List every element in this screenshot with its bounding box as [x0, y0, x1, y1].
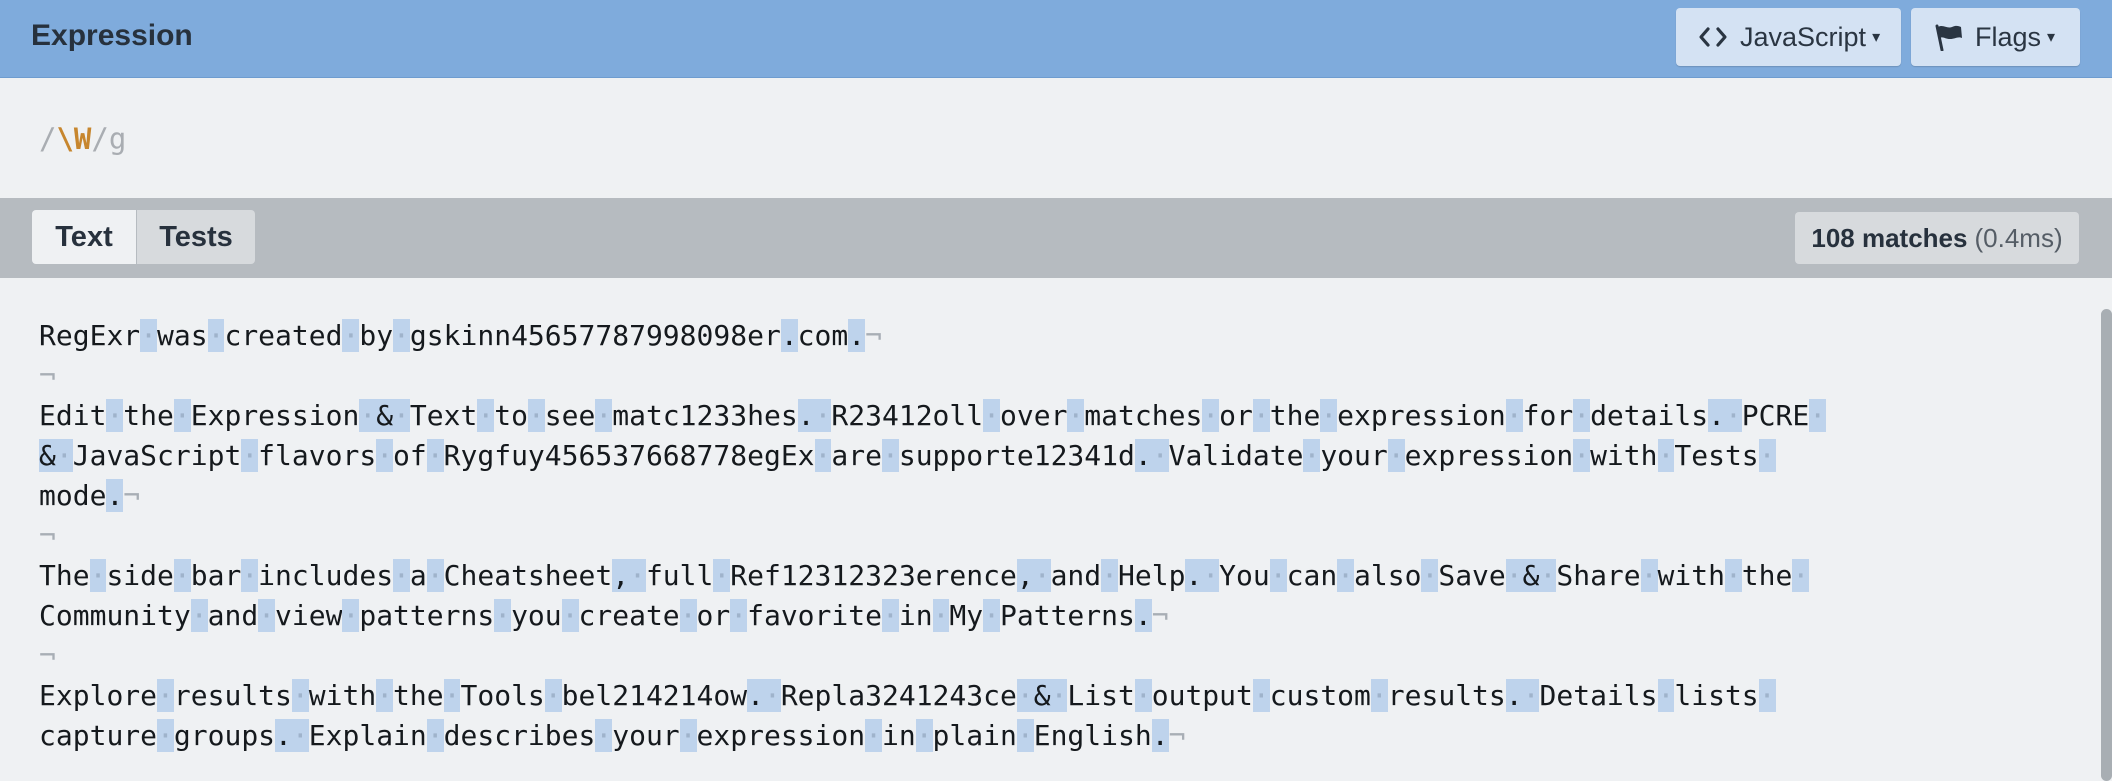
- text-content[interactable]: RegExr·was·created·by·gskinn456577879980…: [39, 316, 1827, 756]
- match-time: (0.4ms): [1974, 222, 2063, 253]
- text-line: ¬: [39, 639, 56, 672]
- tab-text[interactable]: Text: [32, 210, 136, 264]
- text-line: mode.¬: [39, 479, 141, 512]
- scrollbar-thumb[interactable]: [2101, 309, 2112, 781]
- flag-icon: [1933, 23, 1963, 51]
- text-editor[interactable]: RegExr·was·created·by·gskinn456577879980…: [0, 278, 2096, 781]
- text-line: The·side·bar·includes·a·Cheatsheet,·full…: [39, 559, 1810, 592]
- expression-editor[interactable]: /\W/g: [0, 78, 2112, 198]
- panel-title: Expression: [31, 19, 193, 52]
- text-tab-bar: Text Tests 108 matches (0.4ms): [0, 198, 2112, 278]
- text-line: ¬: [39, 519, 56, 552]
- code-brackets-icon: [1698, 26, 1728, 48]
- text-line: &·JavaScript·flavors·of·Rygfuy4565376687…: [39, 439, 1776, 472]
- text-line: Community·and·view·patterns·you·create·o…: [39, 599, 1169, 632]
- regex-expression[interactable]: /\W/g: [39, 122, 126, 156]
- regex-pattern[interactable]: \W: [56, 122, 91, 156]
- regex-flags[interactable]: g: [109, 122, 126, 156]
- text-line: ¬: [39, 359, 56, 392]
- chevron-down-icon: ▾: [2047, 29, 2056, 46]
- match-count: 108 matches: [1811, 222, 1968, 253]
- text-line: Edit·the·Expression·&·Text·to·see·matc12…: [39, 399, 1827, 432]
- regex-open-delimiter: /: [39, 122, 57, 156]
- text-line: Explore·results·with·the·Tools·bel214214…: [39, 679, 1776, 712]
- text-line: RegExr·was·created·by·gskinn456577879980…: [39, 319, 882, 352]
- language-dropdown-button[interactable]: JavaScript ▾: [1676, 8, 1901, 66]
- regex-close-delimiter: /: [91, 122, 109, 156]
- expression-header: Expression JavaScript ▾ Flags ▾: [0, 0, 2112, 78]
- language-label: JavaScript: [1740, 21, 1867, 52]
- flags-dropdown-button[interactable]: Flags ▾: [1911, 8, 2080, 66]
- tab-tests[interactable]: Tests: [137, 210, 255, 264]
- text-line: capture·groups.·Explain·describes·your·e…: [39, 719, 1186, 752]
- match-count-badge: 108 matches (0.4ms): [1795, 212, 2079, 264]
- chevron-down-icon: ▾: [1872, 29, 1881, 46]
- flags-label: Flags: [1975, 21, 2042, 52]
